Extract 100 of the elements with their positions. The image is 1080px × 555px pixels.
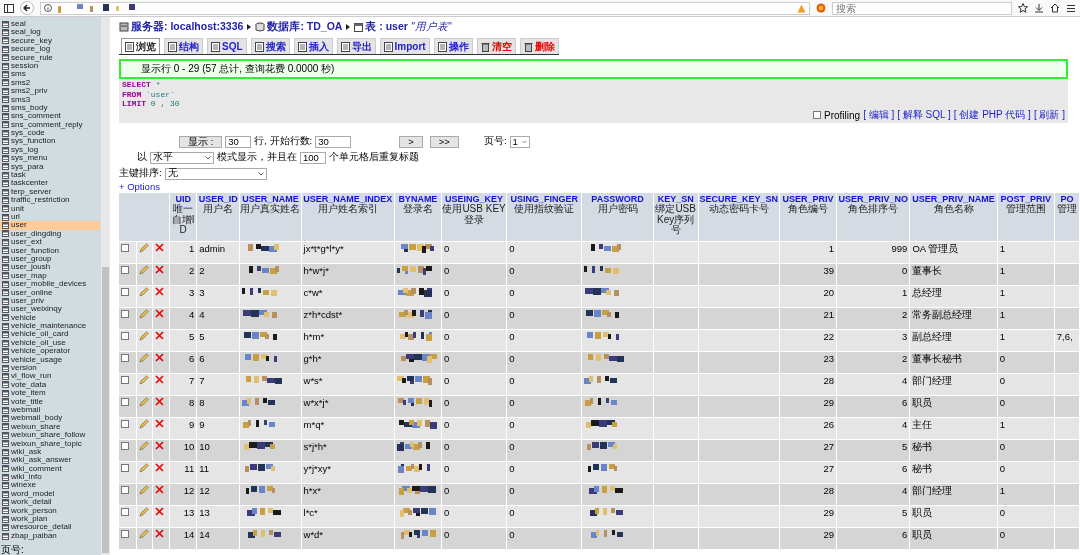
sidebar-item[interactable]: sms_body (0, 103, 100, 113)
sidebar-item[interactable]: user (0, 221, 100, 230)
sidebar-item[interactable]: secure_key (0, 36, 100, 46)
column-header[interactable]: USER_ID 用户名 (197, 193, 240, 241)
back-button[interactable] (20, 1, 34, 15)
sidebar-icon[interactable] (4, 3, 14, 13)
sidebar-item[interactable]: wiki_info (0, 473, 100, 482)
pencil-icon[interactable] (139, 463, 150, 473)
link[interactable]: [ 编辑 ] (863, 108, 895, 122)
column-header[interactable]: PASSWORD 用户密码 (582, 193, 653, 241)
delete-icon[interactable] (155, 463, 165, 472)
sidebar-item[interactable]: vehicle_usage (0, 355, 100, 364)
column-header[interactable]: POST_PRIV 管理范围 (997, 193, 1054, 241)
link[interactable]: [ 刷新 ] (1033, 108, 1065, 122)
pencil-icon[interactable] (139, 419, 150, 429)
row-checkbox[interactable] (121, 266, 129, 274)
tab[interactable]: 操作 (433, 38, 473, 54)
column-header[interactable]: PO 管理 (1054, 193, 1079, 241)
pencil-icon[interactable] (139, 287, 150, 297)
delete-icon[interactable] (155, 507, 165, 516)
sidebar-item[interactable]: user_map (0, 271, 100, 281)
row-checkbox[interactable] (121, 310, 129, 318)
delete-icon[interactable] (155, 529, 165, 538)
options-link[interactable]: + Options (119, 181, 160, 192)
delete-icon[interactable] (155, 331, 165, 340)
sidebar-item[interactable]: version (0, 364, 100, 373)
sidebar-item[interactable]: vehicle_operator (0, 347, 100, 356)
column-header[interactable]: KEY_SN 绑定USB Key序列号 (653, 193, 698, 241)
sidebar-item[interactable]: webmail_body (0, 414, 100, 423)
breadcrumb-link[interactable]: 数据库: TD_OA (267, 20, 343, 34)
sidebar-item[interactable]: user_joush (0, 263, 100, 272)
menu-icon[interactable] (1066, 3, 1076, 13)
pencil-icon[interactable] (139, 397, 150, 407)
sidebar-item[interactable]: vi_flow_run (0, 372, 100, 381)
sidebar-item[interactable]: sns_comment (0, 112, 100, 121)
row-checkbox[interactable] (121, 376, 129, 384)
tab[interactable]: SQL (207, 38, 247, 54)
sidebar-item[interactable]: sms2 (0, 78, 100, 88)
delete-icon[interactable] (155, 353, 165, 362)
delete-icon[interactable] (155, 485, 165, 494)
sidebar-item[interactable]: work_plan (0, 515, 100, 524)
delete-icon[interactable] (155, 287, 165, 296)
row-checkbox[interactable] (121, 464, 129, 472)
sidebar-item[interactable]: seal (0, 20, 100, 29)
column-header[interactable]: BYNAME 登录名 (394, 193, 441, 241)
sidebar-item[interactable]: sys_log (0, 145, 100, 155)
delete-icon[interactable] (155, 265, 165, 274)
sidebar-item[interactable]: winexe (0, 481, 100, 490)
sidebar-item[interactable]: weixun_share (0, 422, 100, 432)
sidebar-item[interactable]: user_function (0, 246, 100, 255)
info-icon[interactable] (44, 4, 52, 12)
column-header[interactable]: USER_NAME 用户真实姓名 (240, 193, 301, 241)
pencil-icon[interactable] (139, 353, 150, 363)
sidebar-item[interactable]: unit (0, 204, 100, 213)
sidebar-item[interactable]: word_model (0, 489, 100, 499)
sidebar-item[interactable]: vehicle_oil_use (0, 338, 100, 348)
sidebar-item[interactable]: vehicle (0, 313, 100, 323)
sidebar-item[interactable]: webmail (0, 405, 100, 415)
sidebar-item[interactable]: wresource_detail (0, 523, 100, 532)
sidebar-item[interactable]: user_group (0, 254, 100, 264)
sidebar-item[interactable]: sms3 (0, 95, 100, 104)
pencil-icon[interactable] (139, 243, 150, 253)
sidebar-item[interactable]: user_dingding (0, 229, 100, 239)
tab[interactable]: 清空 (476, 38, 516, 54)
show-button[interactable]: 显示 : (179, 135, 223, 148)
sidebar-item[interactable]: task (0, 171, 100, 180)
column-header[interactable]: USER_PRIV_NO 角色排序号 (837, 193, 910, 241)
row-checkbox[interactable] (121, 398, 129, 406)
row-checkbox[interactable] (121, 288, 129, 296)
globe-icon[interactable] (816, 3, 826, 13)
row-checkbox[interactable] (121, 530, 129, 538)
repeat-field[interactable]: 100 (300, 151, 326, 164)
sidebar-item[interactable]: work_detail (0, 498, 100, 507)
search-field[interactable]: 搜索 (832, 1, 1012, 15)
delete-icon[interactable] (155, 375, 165, 384)
sidebar-item[interactable]: vote_item (0, 389, 100, 398)
row-checkbox[interactable] (121, 508, 129, 516)
delete-icon[interactable] (155, 309, 165, 318)
sidebar-item[interactable]: weixun_share_topic (0, 439, 100, 448)
sidebar-item[interactable]: sms2_priv (0, 87, 100, 96)
pencil-icon[interactable] (139, 331, 150, 341)
sidebar-item[interactable]: zbap_paiban (0, 531, 100, 541)
sidebar-item[interactable]: seal_log (0, 28, 100, 37)
breadcrumb-link[interactable]: 表 : user "用户表" (365, 20, 452, 34)
row-checkbox[interactable] (121, 244, 129, 252)
sidebar-item[interactable]: user_mobile_devices (0, 280, 100, 289)
sidebar-item[interactable]: sys_function (0, 137, 100, 146)
sidebar-item[interactable]: user_ext (0, 238, 100, 247)
tab[interactable]: 结构 (164, 38, 203, 54)
tab[interactable]: 删除 (519, 38, 559, 54)
sidebar-item[interactable]: vote_title (0, 397, 100, 406)
row-checkbox[interactable] (121, 420, 129, 428)
tab[interactable]: 导出 (336, 38, 376, 54)
row-checkbox[interactable] (121, 442, 129, 450)
sidebar-item[interactable]: user_online (0, 288, 100, 297)
pencil-icon[interactable] (139, 441, 150, 451)
scrollbar[interactable] (101, 17, 110, 555)
rows-field[interactable]: 30 (225, 135, 252, 148)
column-header[interactable]: USER_NAME_INDEX 用户姓名索引 (301, 193, 394, 241)
column-header[interactable]: SECURE_KEY_SN 动态密码卡号 (698, 193, 779, 241)
